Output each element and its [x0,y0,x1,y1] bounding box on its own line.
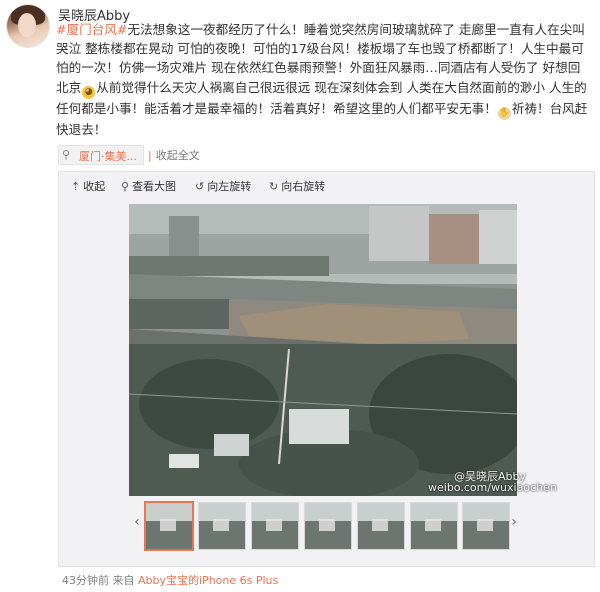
collapse-full-text-link[interactable]: | 收起全文 [148,147,200,163]
view-large-label: 查看大图 [132,180,177,193]
collapse-arrow-icon: ⇡ [71,180,81,193]
source-from-label: 来自 [112,574,135,587]
avatar-face [18,13,36,37]
chevron-left-icon[interactable]: ‹ [131,515,143,529]
rotate-right-icon: ↻ [269,180,279,193]
thumbnail-2[interactable] [198,502,246,550]
post-text: #厦门台风#无法想象这一夜都经历了什么！睡着觉突然房间玻璃就碎了 走廊里一直有人… [56,20,592,139]
thumbnail-1[interactable] [144,501,194,551]
thumbnail-4[interactable] [304,502,352,550]
post-time[interactable]: 43分钟前 [62,574,109,587]
watermark-url: weibo.com/wuxiaochen [428,481,557,494]
collapse-label: 收起全文 [155,149,200,162]
thumb-detail [265,519,282,531]
rotate-left-icon: ↺ [195,180,205,193]
thumb-detail [424,519,441,531]
thumb-detail [371,519,388,531]
collapse-image-button[interactable]: ⇡ 收起 [71,178,105,194]
thumbnail-6[interactable] [410,502,458,550]
thumb-detail [159,519,176,531]
rotate-right-label: 向右旋转 [281,180,326,193]
main-photo[interactable] [129,204,517,496]
view-large-button[interactable]: ⚲ 查看大图 [121,178,176,194]
collapse-image-label: 收起 [83,180,106,193]
thumb-detail [212,519,229,531]
thumb-detail [476,519,493,531]
rotate-left-button[interactable]: ↺ 向左旋转 [195,178,251,194]
hashtag-link[interactable]: #厦门台风# [56,22,127,37]
location-pin-icon: ⚲ [62,148,71,161]
collapse-up-icon: | [148,149,152,162]
thumb-detail [318,519,335,531]
rotate-right-button[interactable]: ↻ 向右旋转 [269,178,325,194]
location-chip[interactable]: ⚲ 厦门·集美... [58,145,144,165]
post-line-5a: 小事！能活着才是最幸福的！活着真好！希望这里的人们都平安无事！ [106,100,497,116]
pray-emoji-icon: ✋ [497,106,511,120]
thumbnail-5[interactable] [357,502,405,550]
cry-emoji-icon: ◕ [82,85,96,99]
thumbnail-7[interactable] [462,502,510,550]
magnifier-icon: ⚲ [121,180,130,193]
rotate-left-label: 向左旋转 [207,180,252,193]
post-source[interactable]: Abby宝宝的iPhone 6s Plus [138,574,278,587]
thumbnail-3[interactable] [251,502,299,550]
avatar[interactable] [6,4,50,48]
post-meta: 43分钟前 来自 Abby宝宝的iPhone 6s Plus [62,572,278,588]
typhoon-scene-image [129,204,517,496]
location-text: 厦门·集美... [79,150,137,163]
